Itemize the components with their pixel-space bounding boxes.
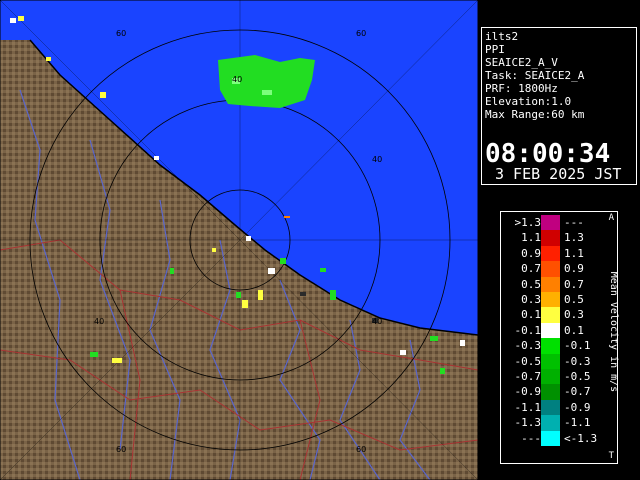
legend-color-swatch [541, 292, 560, 308]
legend-bottom-mark: T [608, 451, 614, 461]
radar-info-panel: ilts2 PPI SEAICE2_A_V Task: SEAICE2_A PR… [481, 27, 637, 185]
legend-color-swatch [541, 353, 560, 369]
legend-color-swatch [541, 338, 560, 354]
prf-value: PRF: 1800Hz [485, 82, 558, 95]
ring-label-40-ne: 40 [372, 155, 382, 164]
legend-color-swatch [541, 430, 560, 446]
legend-row-high-label: -1.1 [564, 416, 591, 430]
site-name: ilts2 [485, 30, 519, 43]
scan-date: 3 FEB 2025 JST [495, 165, 622, 183]
legend-row: -1.3 -1.1 [501, 415, 617, 431]
legend-row: 0.9 1.1 [501, 245, 617, 262]
legend-row: 1.1 1.3 [501, 230, 617, 246]
legend-color-swatch [541, 245, 560, 262]
legend-row: --- <-1.3 [501, 430, 617, 446]
legend-row-high-label: <-1.3 [564, 431, 598, 445]
legend-color-swatch [541, 384, 560, 400]
legend-row: 0.1 0.3 [501, 307, 617, 323]
legend-title: Mean Velocity in m/s [608, 271, 619, 393]
radar-ppi-display: 60 60 40 40 40 40 60 60 [0, 0, 478, 480]
legend-row: -0.9 -0.7 [501, 384, 617, 400]
legend-color-swatch [541, 322, 560, 339]
legend-row-low-label: 0.7 [521, 262, 541, 276]
legend-color-swatch [541, 399, 560, 416]
legend-row-high-label: 0.5 [564, 293, 584, 306]
scan-name: SEAICE2_A_V [485, 56, 558, 69]
legend-row-high-label: -0.3 [564, 354, 591, 368]
legend-row-low-label: >1.3 [514, 216, 542, 229]
legend-row-low-label: -0.7 [514, 370, 542, 383]
legend-row-high-label: -0.9 [564, 400, 591, 414]
legend-row: >1.3 --- [501, 215, 617, 231]
legend-row-high-label: 0.1 [564, 323, 584, 337]
legend-row-low-label: 0.9 [521, 246, 541, 260]
ring-label-40-w: 40 [94, 317, 104, 326]
legend-color-swatch [541, 307, 560, 323]
product-type: PPI [485, 43, 505, 56]
legend-row: 0.5 0.7 [501, 276, 617, 292]
legend-row: 0.3 0.5 [501, 292, 617, 308]
velocity-color-legend: >1.3 --- 1.1 1.3 0.9 1.1 0.7 0.9 0.5 0.7 0.3 0.5 0.1… [500, 211, 619, 464]
legend-row-low-label: --- [521, 431, 541, 445]
legend-row: -0.7 -0.5 [501, 369, 617, 385]
legend-row-high-label: 0.9 [564, 262, 584, 276]
ring-label-60-se: 60 [356, 445, 366, 454]
elevation-value: Elevation:1.0 [485, 95, 572, 108]
legend-row-low-label: 0.3 [521, 293, 541, 306]
ring-label-40-e: 40 [372, 317, 382, 326]
legend-color-swatch [541, 369, 560, 385]
legend-row: 0.7 0.9 [501, 261, 617, 277]
legend-row-high-label: -0.5 [564, 370, 591, 383]
ring-label-40-nw: 40 [232, 75, 242, 84]
legend-row-high-label: -0.7 [564, 385, 591, 399]
legend-row-high-label: 1.1 [564, 246, 584, 260]
legend-row-high-label: 0.7 [564, 277, 584, 291]
legend-row-low-label: -0.1 [514, 323, 542, 337]
legend-row-low-label: -1.3 [514, 416, 542, 430]
legend-row-high-label: -0.1 [564, 339, 591, 353]
legend-color-swatch [541, 215, 560, 231]
legend-row-low-label: 1.1 [521, 231, 541, 245]
legend-row-low-label: -0.9 [514, 385, 542, 399]
legend-top-mark: A [608, 213, 614, 223]
legend-row: -0.5 -0.3 [501, 353, 617, 369]
legend-row: -0.3 -0.1 [501, 338, 617, 354]
legend-row-high-label: 1.3 [564, 231, 584, 245]
legend-color-swatch [541, 261, 560, 277]
legend-row: -1.1 -0.9 [501, 399, 617, 416]
legend-row-high-label: 0.3 [564, 308, 584, 322]
max-range-value: Max Range:60 km [485, 108, 585, 121]
ring-label-60-nw: 60 [116, 29, 126, 38]
legend-row-low-label: 0.1 [521, 308, 541, 322]
legend-color-swatch [541, 415, 560, 431]
legend-row-low-label: -0.5 [514, 354, 542, 368]
legend-row: -0.1 0.1 [501, 322, 617, 339]
task-name: Task: SEAICE2_A [485, 69, 585, 82]
legend-row-low-label: 0.5 [521, 277, 541, 291]
legend-color-swatch [541, 230, 560, 246]
legend-row-low-label: -1.1 [514, 400, 542, 414]
legend-row-high-label: --- [564, 216, 584, 229]
scan-time: 08:00:34 [485, 139, 611, 169]
legend-row-low-label: -0.3 [514, 339, 542, 353]
legend-color-swatch [541, 276, 560, 292]
ring-label-60-n: 60 [356, 29, 366, 38]
ring-label-60-sw: 60 [116, 445, 126, 454]
